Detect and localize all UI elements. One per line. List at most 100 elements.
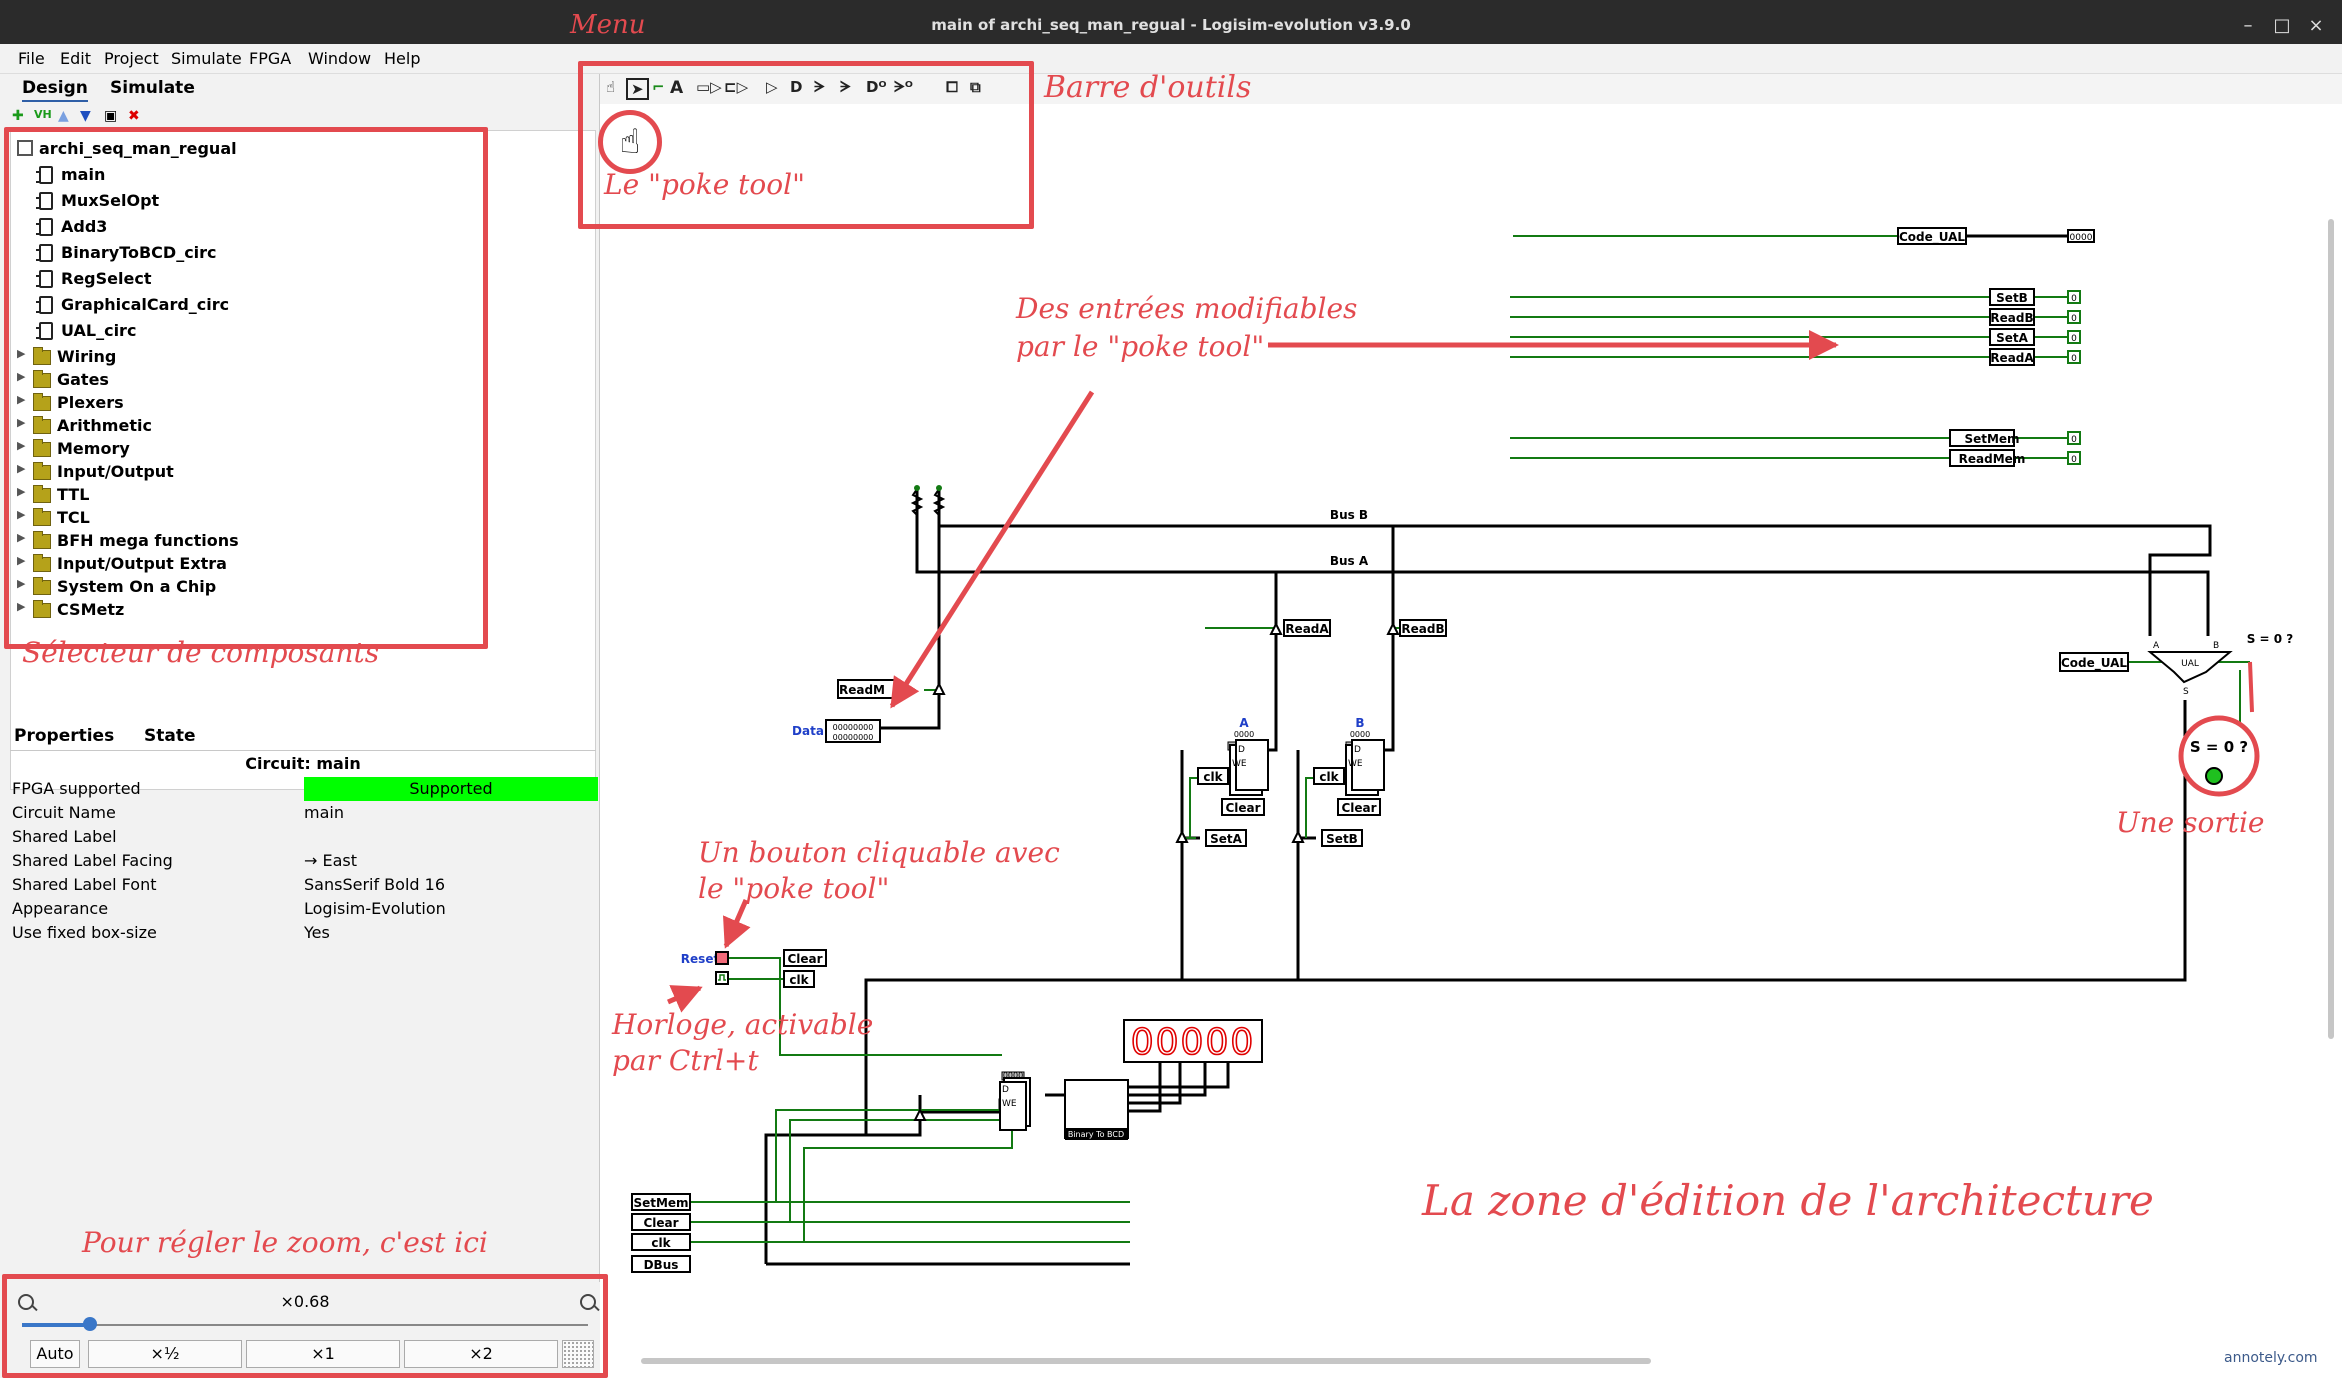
reada-label: ReadA [1990, 351, 2034, 365]
annotation-toolbar: Barre d'outils [1044, 70, 1252, 105]
tristate-buffer [1175, 829, 1189, 843]
horizontal-scrollbar[interactable] [601, 1354, 2321, 1368]
vertical-scrollbar[interactable] [2322, 104, 2342, 1366]
property-key: Circuit Name [12, 803, 116, 822]
menu-fpga[interactable]: FPGA [249, 49, 291, 68]
ual-s-pin: S [2183, 687, 2189, 697]
minimize-button[interactable]: – [2236, 14, 2260, 38]
reada-value: 0 [2071, 354, 2077, 364]
data-value-2: 00000000 [833, 733, 874, 742]
reg-b-we-pin: WE [1348, 759, 1363, 769]
vertical-scroll-thumb[interactable] [2328, 219, 2334, 1039]
reg-a-we-pin: WE [1232, 759, 1247, 769]
move-up-icon[interactable]: ▲ [58, 108, 69, 124]
property-row[interactable]: Use fixed box-size Yes [10, 921, 598, 945]
reada_bus-tunnel-label: ReadA [1285, 622, 1329, 636]
clear-tunnel-label: Clear [1341, 801, 1376, 815]
property-value[interactable]: Logisim-Evolution [304, 899, 446, 918]
setb-label: SetB [1996, 291, 2028, 305]
mem-d-pin: D [1002, 1085, 1009, 1095]
reg-a-we-wire [1189, 777, 1200, 838]
property-key: Shared Label [12, 827, 117, 846]
close-button[interactable]: × [2304, 14, 2328, 38]
output-led [2205, 767, 2223, 785]
add-circuit-icon[interactable]: ✚ [12, 108, 24, 124]
output-label-zoomed: S = 0 ? [2190, 738, 2248, 756]
reg-a-value: 0000 [1234, 730, 1254, 739]
readb_bus-tunnel-label: ReadB [1401, 622, 1444, 636]
readb-label: ReadB [1990, 311, 2033, 325]
delete-icon[interactable]: ✖ [128, 108, 140, 124]
setmem-label: SetMem [1964, 432, 2019, 446]
property-row[interactable]: FPGA supported Supported [10, 777, 598, 801]
ual-loop-wire [864, 700, 2187, 1137]
memory-register[interactable]: 0000 D WE [999, 1071, 1031, 1131]
move-down-icon[interactable]: ▼ [80, 108, 91, 124]
bus-b-label: Bus B [1330, 508, 1368, 522]
readb-value: 0 [2071, 314, 2077, 324]
seta-value: 0 [2071, 334, 2077, 344]
code-ual-label: Code_UAL [1899, 230, 1965, 245]
setb-value: 0 [2071, 294, 2077, 304]
edit-appearance-icon[interactable]: ▣ [104, 108, 117, 124]
property-value[interactable]: main [304, 803, 344, 822]
tristate-buffer [932, 681, 946, 695]
property-row[interactable]: Shared Label [10, 825, 598, 849]
tab-simulate[interactable]: Simulate [110, 78, 195, 98]
menu-window[interactable]: Window [308, 49, 371, 68]
property-row[interactable]: Appearance Logisim-Evolution [10, 897, 598, 921]
tab-properties[interactable]: Properties [14, 726, 114, 746]
menu-project[interactable]: Project [104, 49, 159, 68]
data-label: Data [792, 724, 824, 738]
menu-edit[interactable]: Edit [60, 49, 91, 68]
clk-tunnel-label: clk [1203, 770, 1223, 784]
setmem-to-mem-wire [775, 1109, 1002, 1202]
clock-component[interactable] [715, 971, 729, 985]
register-a[interactable]: A D WE 0000 [1227, 716, 1269, 796]
s-eq-0-label: S = 0 ? [2247, 632, 2294, 646]
dbus-bottom-label: DBus [644, 1258, 679, 1272]
property-value[interactable]: Supported [304, 777, 598, 801]
alu-component[interactable]: UAL A B S [2147, 641, 2233, 697]
annotation-inputs-line1: Des entrées modifiables [1016, 292, 1358, 325]
property-row[interactable]: Circuit Name main [10, 801, 598, 825]
annotation-menu: Menu [570, 10, 646, 40]
selector-highlight-box [4, 127, 488, 649]
divider [10, 750, 596, 751]
property-key: FPGA supported [12, 779, 141, 798]
property-row[interactable]: Shared Label Font SansSerif Bold 16 [10, 873, 598, 897]
property-row[interactable]: Shared Label Facing → East [10, 849, 598, 873]
register-b[interactable]: B D WE 0000 [1345, 716, 1385, 796]
clk-bottom-label: clk [651, 1236, 671, 1250]
input-pins[interactable]: Code_UAL 0000 SetB 0 ReadB 0 SetA 0 ReadA 0 SetM… [1897, 227, 2095, 467]
readmem-value: 0 [2071, 455, 2077, 465]
property-value[interactable]: Yes [304, 923, 330, 942]
bus-b-wire [937, 489, 2212, 636]
menu-help[interactable]: Help [384, 49, 420, 68]
reg-a-out-wire [1254, 622, 1278, 752]
code-ual-tunnel-label: Code_UAL [2061, 656, 2127, 671]
maximize-button[interactable]: □ [2270, 14, 2294, 38]
window-title: main of archi_seq_man_regual - Logisim-e… [931, 16, 1411, 34]
tab-state[interactable]: State [144, 726, 196, 746]
annotation-button-line2: le "poke tool" [698, 872, 890, 905]
annotation-inputs-line2: par le "poke tool" [1016, 330, 1265, 363]
reset-button[interactable] [715, 951, 729, 965]
mem-we-pin: WE [1002, 1099, 1017, 1109]
property-key: Shared Label Facing [12, 851, 173, 870]
add-vhdl-icon[interactable]: VH [34, 108, 52, 121]
bus-a-label: Bus A [1330, 554, 1369, 568]
seta-label: SetA [1996, 331, 2029, 345]
mem-value: 0000 [1003, 1071, 1023, 1080]
menu-file[interactable]: File [18, 49, 45, 68]
property-value[interactable]: → East [304, 851, 357, 870]
horizontal-scroll-thumb[interactable] [641, 1358, 1651, 1364]
tab-design[interactable]: Design [22, 78, 88, 102]
annotation-output: Une sortie [2116, 806, 2265, 839]
tristate-buffer [1386, 621, 1400, 635]
property-value[interactable]: SansSerif Bold 16 [304, 875, 445, 894]
annotation-edit-zone: La zone d'édition de l'architecture [1422, 1176, 2154, 1225]
poke-tool-zoom-icon: ☝ [598, 110, 662, 174]
menu-simulate[interactable]: Simulate [171, 49, 242, 68]
bus-a-wire [915, 489, 2210, 636]
